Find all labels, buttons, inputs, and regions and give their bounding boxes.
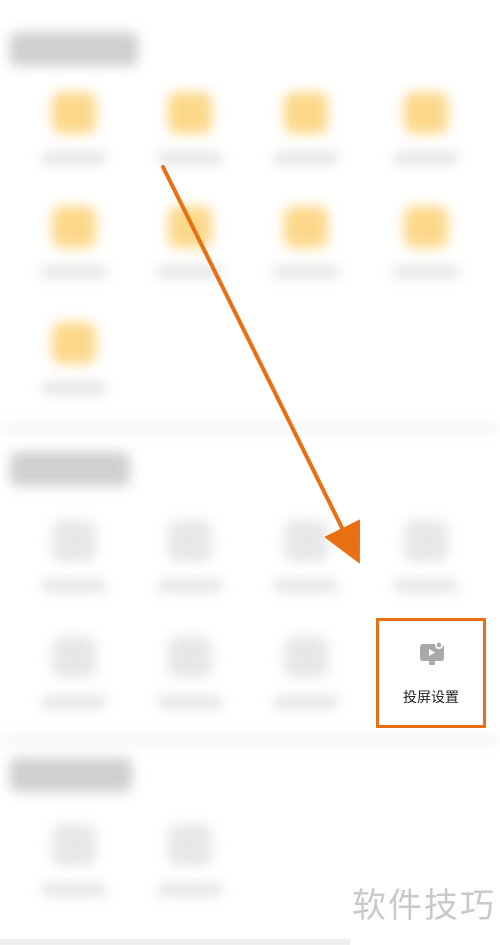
cast-settings-label: 投屏设置 bbox=[403, 690, 459, 706]
annotation-arrow bbox=[161, 165, 361, 564]
cast-screen-icon bbox=[420, 641, 444, 665]
cast-settings-button[interactable]: 投屏设置 bbox=[376, 618, 486, 728]
watermark: 软件技巧 bbox=[352, 886, 496, 926]
